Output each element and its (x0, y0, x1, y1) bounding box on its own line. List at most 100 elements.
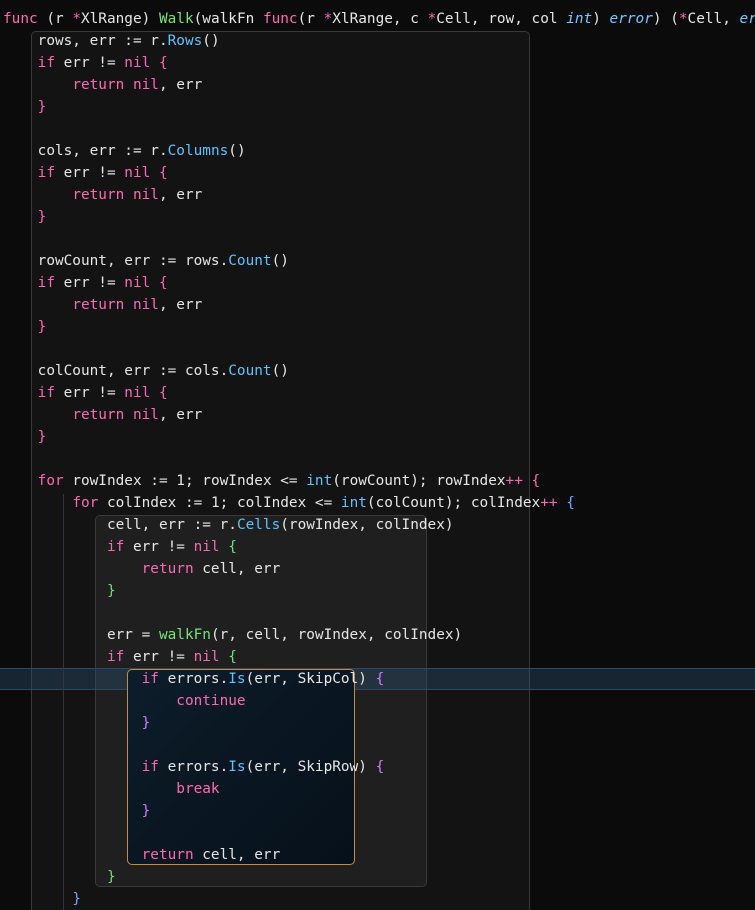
code-token: rows, err := r. (3, 33, 168, 49)
code-token: } (37, 429, 47, 445)
code-token: * (678, 11, 688, 27)
code-token: } (106, 869, 116, 885)
code-line[interactable]: return cell, err (3, 844, 281, 866)
code-token: continue (176, 693, 246, 709)
code-line[interactable]: } (3, 96, 47, 118)
code-line[interactable]: return nil, err (3, 184, 202, 206)
code-token: if (106, 539, 125, 555)
code-line[interactable]: } (3, 580, 116, 602)
code-token: colCount, err := cols. (3, 363, 229, 379)
code-line[interactable]: if err != nil { (3, 382, 168, 404)
code-token: rowCount, err := rows. (3, 253, 229, 269)
code-token: int (566, 11, 593, 27)
code-line[interactable]: for rowIndex := 1; rowIndex <= int(rowCo… (3, 470, 541, 492)
code-token: nil (124, 275, 151, 291)
code-token: , err (158, 407, 203, 423)
code-token: err != (54, 385, 125, 401)
code-token: if (141, 671, 159, 687)
code-token: cell, err := r. (3, 517, 237, 533)
code-token: () (271, 363, 289, 379)
code-line[interactable]: if err != nil { (3, 536, 237, 558)
code-token: error (739, 11, 755, 27)
code-token: ++ (540, 495, 558, 511)
code-line[interactable]: if err != nil { (3, 162, 168, 184)
code-token: (walkFn (193, 11, 263, 27)
code-token: nil (193, 539, 220, 555)
code-token: err != (54, 55, 125, 71)
code-line[interactable]: cell, err := r.Cells(rowIndex, colIndex) (3, 514, 454, 536)
code-token: () (228, 143, 246, 159)
code-line[interactable]: } (3, 888, 81, 910)
code-token: colIndex := (98, 495, 211, 511)
code-line[interactable]: return nil, err (3, 404, 202, 426)
code-token: nil (132, 77, 159, 93)
code-token: cols, err := r. (3, 143, 168, 159)
code-token: ; rowIndex <= (184, 473, 307, 489)
code-token: func (3, 11, 38, 27)
code-line[interactable]: cols, err := r.Columns() (3, 140, 246, 162)
code-token: if (106, 649, 125, 665)
code-token: { (158, 165, 168, 181)
code-token: { (158, 385, 168, 401)
code-token: func (262, 11, 298, 27)
code-token: ; colIndex <= (219, 495, 341, 511)
code-token: if (37, 385, 55, 401)
code-line[interactable]: } (3, 426, 47, 448)
code-token: nil (132, 407, 159, 423)
code-token: nil (124, 165, 151, 181)
code-token: (rowCount); rowIndex (332, 473, 506, 489)
code-line[interactable]: if err != nil { (3, 52, 168, 74)
code-line[interactable]: if err != nil { (3, 272, 168, 294)
code-line[interactable]: } (3, 800, 151, 822)
code-token: error (609, 11, 653, 27)
code-line[interactable]: if errors.Is(err, SkipCol) { (3, 668, 385, 690)
code-line[interactable]: if errors.Is(err, SkipRow) { (3, 756, 385, 778)
code-token: (r (297, 11, 324, 27)
code-token: err != (54, 165, 125, 181)
code-token: err != (54, 275, 125, 291)
code-line[interactable]: continue (3, 690, 246, 712)
code-token: return (141, 561, 194, 577)
code-token: Walk (158, 11, 194, 27)
code-editor[interactable]: func (r *XlRange) Walk(walkFn func(r *Xl… (0, 0, 755, 910)
code-line[interactable]: } (3, 866, 116, 888)
code-line[interactable]: err = walkFn(r, cell, rowIndex, colIndex… (3, 624, 462, 646)
code-line[interactable]: return nil, err (3, 74, 202, 96)
code-line[interactable]: break (3, 778, 219, 800)
code-token: Rows (167, 33, 203, 49)
code-line[interactable]: if err != nil { (3, 646, 237, 668)
code-token: , err (158, 297, 203, 313)
code-token: * (72, 11, 81, 27)
code-token: for (37, 473, 64, 489)
code-line[interactable]: rowCount, err := rows.Count() (3, 250, 289, 272)
code-token: for (72, 495, 99, 511)
code-line[interactable]: for colIndex := 1; colIndex <= int(colCo… (3, 492, 575, 514)
code-line[interactable]: return nil, err (3, 294, 202, 316)
code-line[interactable]: } (3, 712, 151, 734)
code-token: , err (158, 187, 203, 203)
code-line[interactable]: } (3, 206, 47, 228)
code-line[interactable]: rows, err := r.Rows() (3, 30, 220, 52)
code-line[interactable]: func (r *XlRange) Walk(walkFn func(r *Xl… (3, 8, 755, 30)
code-token: errors. (158, 759, 229, 775)
code-token: Cells (236, 517, 281, 533)
code-line[interactable]: } (3, 316, 47, 338)
code-line[interactable]: colCount, err := cols.Count() (3, 360, 289, 382)
code-line[interactable]: return cell, err (3, 558, 281, 580)
